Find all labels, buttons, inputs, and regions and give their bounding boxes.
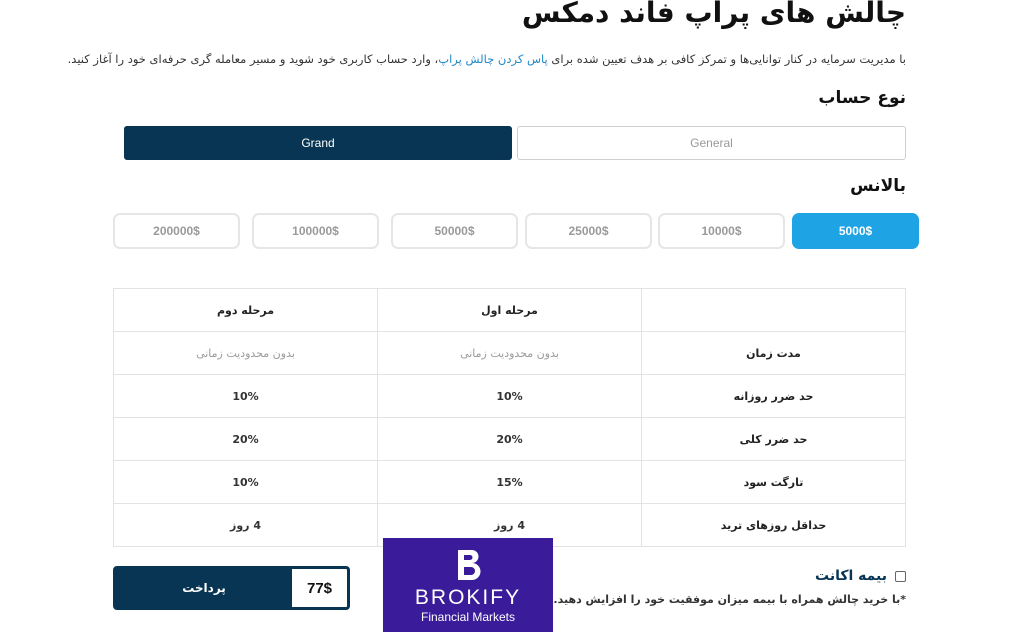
balance-10000-button[interactable]: 10000$ bbox=[658, 213, 785, 249]
cell-phase-one: بدون محدودیت زمانی bbox=[377, 331, 642, 375]
checkout-bar: پرداخت 77$ bbox=[113, 566, 350, 610]
balance-100000-button[interactable]: 100000$ bbox=[252, 213, 379, 249]
table-header-row: مرحله دوم مرحله اول bbox=[113, 288, 906, 332]
table-row: 10% 15% تارگت سود bbox=[113, 460, 906, 504]
cell-phase-two: 10% bbox=[113, 374, 378, 418]
logo-name: BROKIFY bbox=[414, 586, 522, 609]
insurance-option[interactable]: بیمه اکانت bbox=[815, 568, 906, 584]
insurance-note: *با خرید چالش همراه با بیمه میزان موفقیت… bbox=[553, 593, 906, 606]
account-type-grand-button[interactable]: Grand bbox=[124, 126, 512, 160]
brokify-logo-icon bbox=[458, 550, 481, 580]
cell-phase-one: 10% bbox=[377, 374, 642, 418]
cell-phase-one: 15% bbox=[377, 460, 642, 504]
logo-subtitle: Financial Markets bbox=[420, 610, 516, 624]
intro-text-start: با مدیریت سرمایه در کنار توانایی‌ها و تم… bbox=[547, 52, 906, 66]
cell-phase-one: 20% bbox=[377, 417, 642, 461]
page-intro: با مدیریت سرمایه در کنار توانایی‌ها و تم… bbox=[68, 52, 906, 66]
cell-phase-two: 4 روز bbox=[113, 503, 378, 547]
cell-phase-two: بدون محدودیت زمانی bbox=[113, 331, 378, 375]
header-rule bbox=[641, 288, 906, 332]
table-row: بدون محدودیت زمانی بدون محدودیت زمانی مد… bbox=[113, 331, 906, 375]
cell-rule-label: حد ضرر کلی bbox=[641, 417, 906, 461]
page-title: چالش های پراپ فاند دمکس bbox=[521, 0, 906, 29]
cell-rule-label: تارگت سود bbox=[641, 460, 906, 504]
header-phase-one: مرحله اول bbox=[377, 288, 642, 332]
cell-phase-two: 20% bbox=[113, 417, 378, 461]
table-row: 20% 20% حد ضرر کلی bbox=[113, 417, 906, 461]
table-row: 10% 10% حد ضرر روزانه bbox=[113, 374, 906, 418]
balance-50000-button[interactable]: 50000$ bbox=[391, 213, 518, 249]
balance-200000-button[interactable]: 200000$ bbox=[113, 213, 240, 249]
intro-text-end: ، وارد حساب کاربری خود شوید و مسیر معامل… bbox=[67, 52, 439, 66]
balance-5000-button[interactable]: 5000$ bbox=[792, 213, 919, 249]
cell-rule-label: حد ضرر روزانه bbox=[641, 374, 906, 418]
brokify-logo: BROKIFY Financial Markets bbox=[383, 538, 553, 632]
cell-rule-label: حداقل روزهای ترید bbox=[641, 503, 906, 547]
intro-link[interactable]: پاس کردن چالش پراپ bbox=[438, 52, 547, 66]
insurance-label[interactable]: بیمه اکانت bbox=[815, 568, 887, 584]
balance-heading: بالانس bbox=[850, 176, 906, 196]
header-phase-two: مرحله دوم bbox=[113, 288, 378, 332]
balance-25000-button[interactable]: 25000$ bbox=[525, 213, 652, 249]
plan-rules-table: مرحله دوم مرحله اول بدون محدودیت زمانی ب… bbox=[113, 288, 906, 547]
cell-rule-label: مدت زمان bbox=[641, 331, 906, 375]
insurance-checkbox[interactable] bbox=[895, 570, 906, 582]
account-type-general-button[interactable]: General bbox=[517, 126, 906, 160]
price-display: 77$ bbox=[306, 579, 333, 597]
cell-phase-two: 10% bbox=[113, 460, 378, 504]
account-type-heading: نوع حساب bbox=[818, 88, 906, 108]
pay-button[interactable]: پرداخت bbox=[116, 569, 292, 607]
